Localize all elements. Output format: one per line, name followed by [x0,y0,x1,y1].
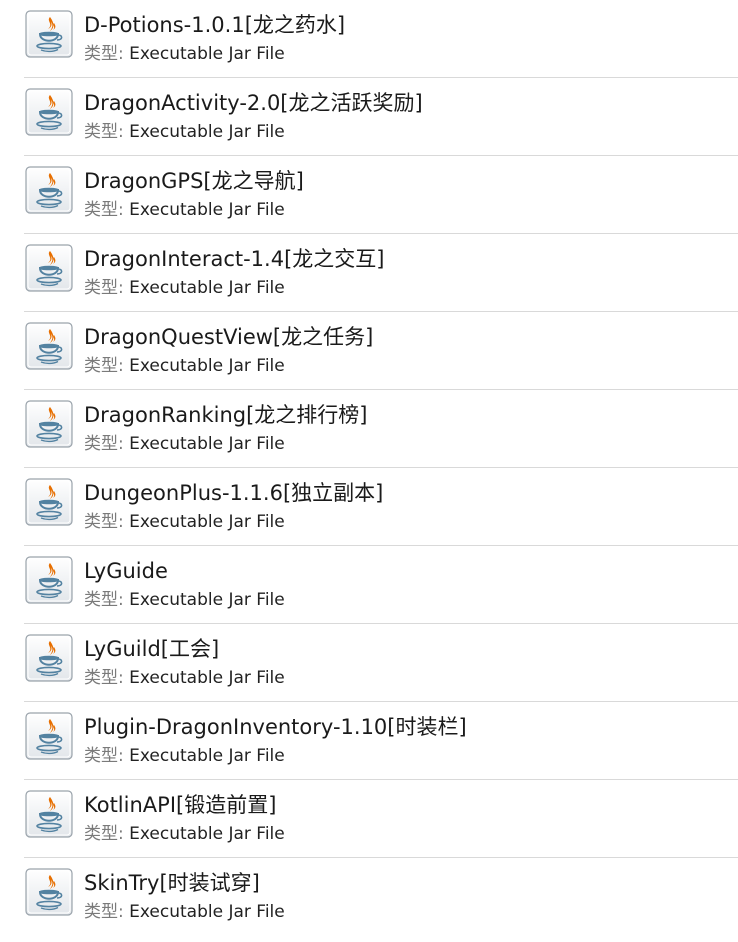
file-type-value: Executable Jar File [129,902,285,922]
file-name: DragonInteract-1.4[龙之交互] [84,247,385,271]
file-row[interactable]: LyGuide 类型: Executable Jar File [24,546,738,624]
file-type: 类型: Executable Jar File [84,198,285,222]
file-type: 类型: Executable Jar File [84,666,285,690]
file-row[interactable]: DragonInteract-1.4[龙之交互] 类型: Executable J… [24,234,738,312]
file-type-label: 类型: [84,668,124,688]
file-name: LyGuild[工会] [84,637,220,661]
java-jar-icon [25,634,73,682]
file-type-value: Executable Jar File [129,746,285,766]
file-type-value: Executable Jar File [129,512,285,532]
file-name: Plugin-DragonInventory-1.10[时装栏] [84,715,467,739]
java-jar-icon [25,556,73,604]
file-type: 类型: Executable Jar File [84,744,285,768]
file-type-value: Executable Jar File [129,356,285,376]
file-row[interactable]: DungeonPlus-1.1.6[独立副本] 类型: Executable Ja… [24,468,738,546]
file-name: DungeonPlus-1.1.6[独立副本] [84,481,384,505]
file-type-value: Executable Jar File [129,668,285,688]
file-type-label: 类型: [84,200,124,220]
file-row[interactable]: LyGuild[工会] 类型: Executable Jar File [24,624,738,702]
file-type-label: 类型: [84,122,124,142]
file-type-value: Executable Jar File [129,44,285,64]
file-type-value: Executable Jar File [129,824,285,844]
file-row[interactable]: DragonActivity-2.0[龙之活跃奖励] 类型: Executable… [24,78,738,156]
file-type: 类型: Executable Jar File [84,900,285,924]
file-type-label: 类型: [84,902,124,922]
file-type-value: Executable Jar File [129,590,285,610]
java-jar-icon [25,400,73,448]
java-jar-icon [25,868,73,916]
file-row[interactable]: DragonRanking[龙之排行榜] 类型: Executable Jar F… [24,390,738,468]
file-type: 类型: Executable Jar File [84,120,285,144]
file-name: DragonGPS[龙之导航] [84,169,304,193]
file-type: 类型: Executable Jar File [84,276,285,300]
file-row[interactable]: DragonQuestView[龙之任务] 类型: Executable Jar … [24,312,738,390]
file-type: 类型: Executable Jar File [84,42,285,66]
java-jar-icon [25,322,73,370]
file-name: D-Potions-1.0.1[龙之药水] [84,13,346,37]
java-jar-icon [25,712,73,760]
file-type-label: 类型: [84,824,124,844]
file-row[interactable]: D-Potions-1.0.1[龙之药水] 类型: Executable Jar … [24,0,738,78]
file-type-value: Executable Jar File [129,122,285,142]
file-type-label: 类型: [84,590,124,610]
file-name: DragonRanking[龙之排行榜] [84,403,368,427]
file-type-label: 类型: [84,434,124,454]
file-type-label: 类型: [84,278,124,298]
file-name: SkinTry[时装试穿] [84,871,260,895]
file-row[interactable]: Plugin-DragonInventory-1.10[时装栏] 类型: Exec… [24,702,738,780]
file-type: 类型: Executable Jar File [84,510,285,534]
java-jar-icon [25,166,73,214]
file-name: DragonQuestView[龙之任务] [84,325,374,349]
java-jar-icon [25,10,73,58]
file-type-value: Executable Jar File [129,200,285,220]
file-type: 类型: Executable Jar File [84,354,285,378]
file-type: 类型: Executable Jar File [84,588,285,612]
java-jar-icon [25,88,73,136]
file-type-label: 类型: [84,512,124,532]
file-type-label: 类型: [84,356,124,376]
file-type-value: Executable Jar File [129,434,285,454]
file-name: DragonActivity-2.0[龙之活跃奖励] [84,91,423,115]
file-type-label: 类型: [84,44,124,64]
file-type: 类型: Executable Jar File [84,432,285,456]
java-jar-icon [25,478,73,526]
file-list: D-Potions-1.0.1[龙之药水] 类型: Executable Jar … [0,0,738,942]
file-type-value: Executable Jar File [129,278,285,298]
file-name: LyGuide [84,559,168,583]
java-jar-icon [25,790,73,838]
file-row[interactable]: DragonGPS[龙之导航] 类型: Executable Jar File [24,156,738,234]
file-name: KotlinAPI[锻造前置] [84,793,277,817]
file-row[interactable]: KotlinAPI[锻造前置] 类型: Executable Jar File [24,780,738,858]
java-jar-icon [25,244,73,292]
file-type-label: 类型: [84,746,124,766]
file-row[interactable]: SkinTry[时装试穿] 类型: Executable Jar File [24,858,738,936]
file-type: 类型: Executable Jar File [84,822,285,846]
